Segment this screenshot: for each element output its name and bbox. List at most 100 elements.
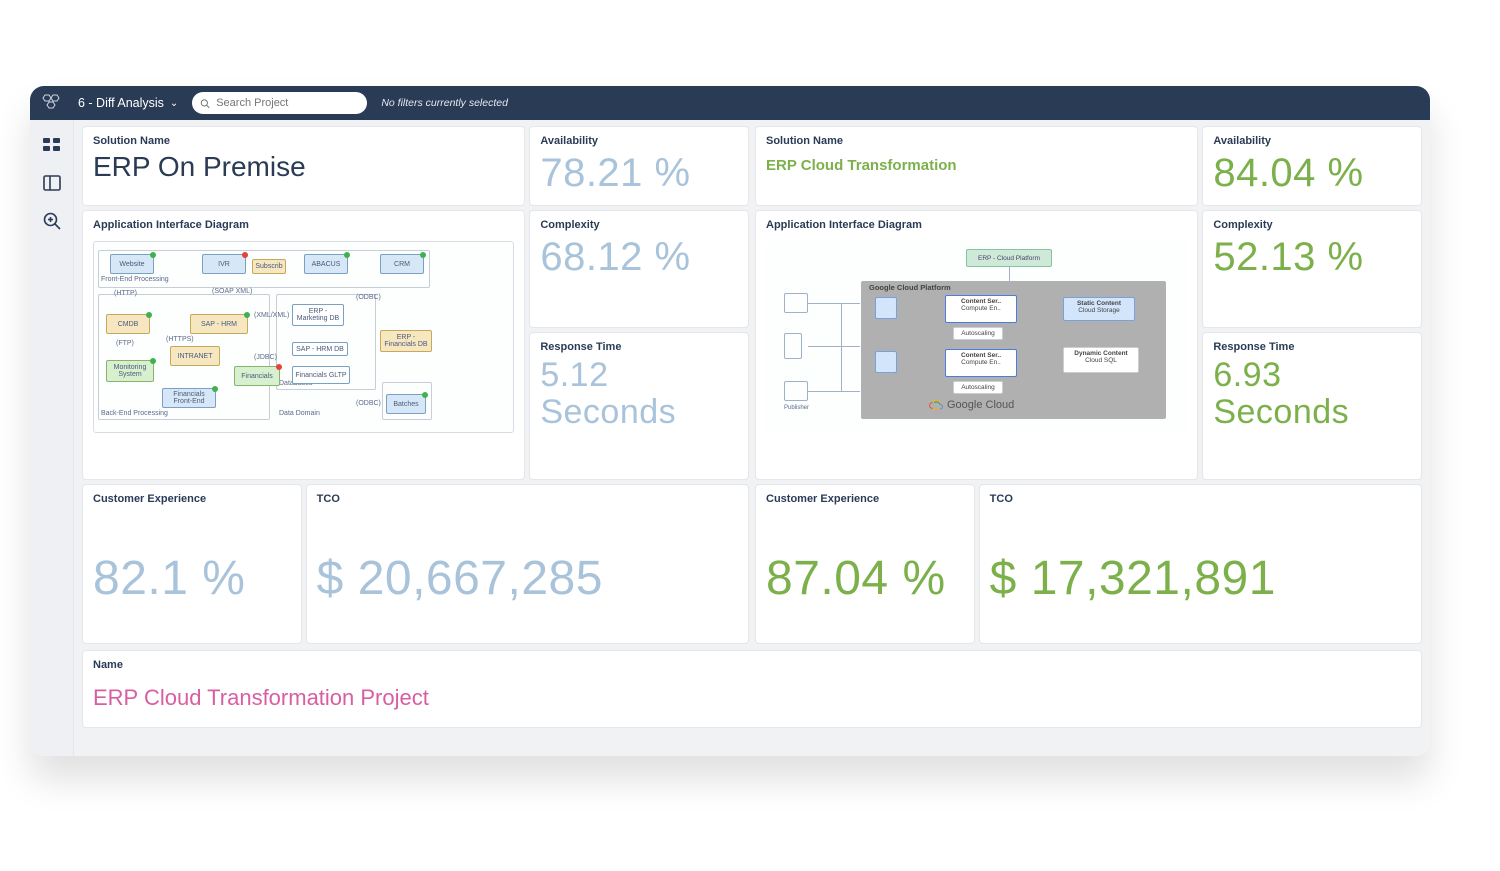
shell: Solution Name ERP On Premise Availabilit… <box>30 120 1430 756</box>
page-title-text: 6 - Diff Analysis <box>78 96 164 110</box>
app-frame: 6 - Diff Analysis ⌄ No filters currently… <box>30 86 1430 756</box>
gcp-node[interactable]: Content Ser.. Compute En.. <box>945 295 1017 323</box>
project-name-label: Name <box>93 659 1411 671</box>
left-response-label: Response Time <box>540 341 738 353</box>
left-cust-label: Customer Experience <box>93 493 291 505</box>
diagram-node[interactable]: SAP - HRM DB <box>292 342 348 356</box>
edge-label: (JDBC) <box>254 354 277 361</box>
right-response-label: Response Time <box>1213 341 1411 353</box>
right-diagram-canvas[interactable]: ERP - Cloud Platform Publisher Google Cl… <box>766 241 1187 433</box>
filter-status: No filters currently selected <box>381 97 508 109</box>
panel-icon[interactable] <box>41 172 63 194</box>
gcp-node-icon[interactable] <box>875 297 897 319</box>
left-tco-value: $ 20,667,285 <box>317 553 738 606</box>
diagram-group-label: Front-End Processing <box>101 276 169 283</box>
right-availability-label: Availability <box>1213 135 1411 147</box>
page-title-dropdown[interactable]: 6 - Diff Analysis ⌄ <box>78 96 178 110</box>
gcp-container-title: Google Cloud Platform <box>869 283 951 292</box>
right-tco-card: TCO $ 17,321,891 <box>979 484 1422 644</box>
right-response-value: 6.93 Seconds <box>1213 357 1411 432</box>
right-cust-value: 87.04 % <box>766 553 964 606</box>
gcp-container: Google Cloud Platform Content Ser.. Comp… <box>861 281 1166 419</box>
device-tablet-icon <box>784 333 802 359</box>
device-label: Publisher <box>784 405 809 411</box>
right-solution-name: ERP Cloud Transformation <box>766 157 1187 174</box>
diagram-top-node[interactable]: ERP - Cloud Platform <box>966 249 1052 267</box>
google-cloud-logo: Google Cloud <box>929 399 1014 411</box>
edge-label: (FTP) <box>116 340 134 347</box>
right-solution-name-card: Solution Name ERP Cloud Transformation <box>755 126 1198 206</box>
top-bar: 6 - Diff Analysis ⌄ No filters currently… <box>30 86 1430 120</box>
right-cust-label: Customer Experience <box>766 493 964 505</box>
right-solution-label: Solution Name <box>766 135 1187 147</box>
left-solution-name: ERP On Premise <box>93 151 514 183</box>
left-solution-name-card: Solution Name ERP On Premise <box>82 126 525 206</box>
edge-label: (XML/XML) <box>254 312 289 319</box>
left-complexity-label: Complexity <box>540 219 738 231</box>
device-publisher-icon <box>784 381 808 401</box>
search-input[interactable] <box>216 97 359 109</box>
diagram-node[interactable]: Financials <box>234 366 280 386</box>
left-rail <box>30 120 74 756</box>
left-tco-label: TCO <box>317 493 738 505</box>
left-diagram-canvas[interactable]: Front-End Processing Back-End Processing… <box>93 241 514 433</box>
left-cust-value: 82.1 % <box>93 553 291 606</box>
zoom-icon[interactable] <box>41 210 63 232</box>
diagram-node[interactable]: Monitoring System <box>106 360 154 382</box>
app-logo-icon <box>40 93 64 113</box>
diagram-node[interactable]: Batches <box>386 394 426 414</box>
diagram-node[interactable]: ABACUS <box>304 254 348 274</box>
left-diagram-card: Application Interface Diagram Front-End … <box>82 210 525 480</box>
gcp-node[interactable]: Static Content Cloud Storage <box>1063 297 1135 321</box>
diagram-node[interactable]: Financials Front-End <box>162 388 216 408</box>
left-customer-experience-card: Customer Experience 82.1 % <box>82 484 302 644</box>
left-complexity-card: Complexity 68.12 % <box>529 210 749 328</box>
edge-label: (HTTPS) <box>166 336 194 343</box>
diagram-group-label: Back-End Processing <box>101 410 168 417</box>
diagram-node[interactable]: Website <box>110 254 154 274</box>
right-complexity-label: Complexity <box>1213 219 1411 231</box>
diagram-node[interactable]: CRM <box>380 254 424 274</box>
diagram-node[interactable]: IVR <box>202 254 246 274</box>
edge-label: (SOAP XML) <box>212 288 252 295</box>
right-complexity-card: Complexity 52.13 % <box>1202 210 1422 328</box>
diagram-node[interactable]: Subscrib <box>252 259 286 274</box>
edge-label: (ODBC) <box>356 294 381 301</box>
search-field[interactable] <box>192 92 367 114</box>
left-solution-label: Solution Name <box>93 135 514 147</box>
diagram-node[interactable]: ERP - Financials DB <box>380 330 432 352</box>
right-availability-value: 84.04 % <box>1213 151 1411 195</box>
project-name-value: ERP Cloud Transformation Project <box>93 685 1411 711</box>
gcp-node[interactable]: Autoscaling <box>953 381 1003 394</box>
chevron-down-icon: ⌄ <box>170 98 178 109</box>
gcp-node[interactable]: Dynamic Content Cloud SQL <box>1063 347 1139 373</box>
gcp-node[interactable]: Content Ser.. Compute En.. <box>945 349 1017 377</box>
right-complexity-value: 52.13 % <box>1213 235 1411 279</box>
device-desktop-icon <box>784 293 808 313</box>
right-response-card: Response Time 6.93 Seconds <box>1202 332 1422 480</box>
left-tco-card: TCO $ 20,667,285 <box>306 484 749 644</box>
left-response-card: Response Time 5.12 Seconds <box>529 332 749 480</box>
left-response-value: 5.12 Seconds <box>540 357 738 432</box>
edge-label: (ODBC) <box>356 400 381 407</box>
search-icon <box>200 98 210 109</box>
project-name-row: Name ERP Cloud Transformation Project <box>82 650 1422 728</box>
diagram-node[interactable]: CMDB <box>106 314 150 334</box>
left-availability-value: 78.21 % <box>540 151 738 195</box>
diagram-node[interactable]: SAP - HRM <box>190 314 248 334</box>
left-solution-panel: Solution Name ERP On Premise Availabilit… <box>82 126 749 644</box>
gcp-node[interactable]: Autoscaling <box>953 327 1003 340</box>
right-solution-panel: Solution Name ERP Cloud Transformation A… <box>755 126 1422 644</box>
diagram-node[interactable]: INTRANET <box>170 346 220 366</box>
right-tco-value: $ 17,321,891 <box>990 553 1411 606</box>
diagram-node[interactable]: Financials GLTP <box>292 366 350 384</box>
left-availability-label: Availability <box>540 135 738 147</box>
left-complexity-value: 68.12 % <box>540 235 738 279</box>
right-diagram-label: Application Interface Diagram <box>766 219 1187 231</box>
gcp-node-icon[interactable] <box>875 351 897 373</box>
diagram-node[interactable]: ERP - Marketing DB <box>292 304 344 326</box>
dashboard-icon[interactable] <box>41 134 63 156</box>
edge-label: (HTTP) <box>114 290 137 297</box>
left-diagram-label: Application Interface Diagram <box>93 219 514 231</box>
diagram-group-label: Data Domain <box>279 410 320 417</box>
